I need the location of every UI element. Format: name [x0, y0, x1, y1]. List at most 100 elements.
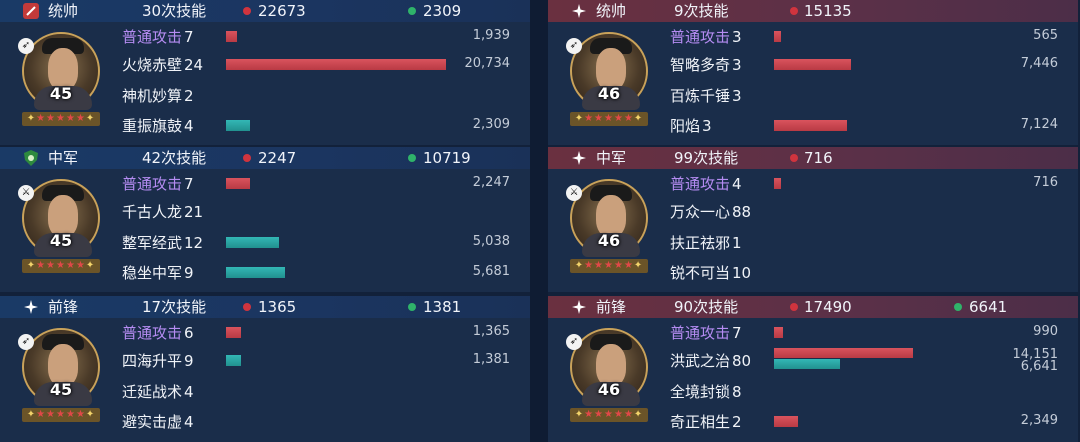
skill-name[interactable]: 智略多奇	[670, 55, 730, 75]
damage-bar	[774, 178, 781, 189]
general-portrait[interactable]: ➶ 45 ✦★★★★★✦	[18, 32, 104, 138]
general-portrait[interactable]: ➶ 46 ✦★★★★★✦	[566, 32, 652, 138]
skill-name[interactable]: 阳焰	[670, 116, 700, 136]
skill-name[interactable]: 万众一心	[670, 202, 730, 222]
damage-total: 2247	[258, 149, 297, 167]
skill-name[interactable]: 火烧赤壁	[122, 55, 182, 75]
skill-row: 普通攻击 6 1,365	[122, 318, 522, 348]
skill-cast-count: 88	[732, 203, 752, 221]
damage-bar	[774, 59, 851, 70]
general-detail: ➶ 45 ✦★★★★★✦ 普通攻击 7 1,939 火烧赤壁 24 20,734 神机妙算 2 重振旗…	[0, 22, 530, 145]
general-portrait[interactable]: ⚔ 45 ✦★★★★★✦	[18, 179, 104, 285]
skill-row: 百炼千锤 3	[670, 81, 1070, 111]
healing-value: 2,309	[472, 117, 510, 132]
star-rating: ✦★★★★★✦	[22, 408, 100, 422]
damage-bar	[226, 178, 251, 189]
skill-name[interactable]: 避实击虚	[122, 412, 182, 432]
damage-dot-icon	[790, 303, 798, 311]
damage-value: 2,349	[1020, 413, 1058, 428]
rank-label: 统帅	[48, 2, 79, 20]
damage-bar	[774, 120, 847, 131]
skill-row: 稳坐中军 9 5,681	[122, 258, 522, 288]
sparkle-icon	[570, 298, 588, 316]
skill-name[interactable]: 四海升平	[122, 351, 182, 371]
skill-name[interactable]: 稳坐中军	[122, 263, 182, 283]
damage-total: 15135	[804, 2, 852, 20]
healing-value: 1,381	[472, 352, 510, 367]
skill-cast-count: 7	[184, 175, 194, 193]
skill-cast-count: 9	[184, 264, 194, 282]
damage-total: 1365	[258, 298, 297, 316]
skill-name[interactable]: 普通攻击	[670, 323, 730, 343]
skill-name[interactable]: 全境封锁	[670, 382, 730, 402]
skill-name[interactable]: 神机妙算	[122, 86, 182, 106]
star-rating: ✦★★★★★✦	[570, 259, 648, 273]
skill-name[interactable]: 普通攻击	[670, 27, 730, 47]
healing-dot-icon	[408, 7, 416, 15]
skill-name[interactable]: 锐不可当	[670, 263, 730, 283]
cavalry-icon: ⚔	[566, 185, 582, 201]
damage-bar	[774, 348, 913, 358]
rank-label: 前锋	[596, 298, 627, 316]
green-shield-icon	[22, 149, 40, 167]
general-level: 45	[49, 380, 73, 399]
skill-cast-count: 2	[184, 87, 194, 105]
rank-label: 中军	[48, 149, 79, 167]
general-header: 前锋 17次技能 1365 1381	[0, 296, 530, 318]
bow-icon: ➶	[18, 38, 34, 54]
general-portrait[interactable]: ➶ 45 ✦★★★★★✦	[18, 328, 104, 434]
skill-cast-count: 80	[732, 352, 752, 370]
general-level: 46	[597, 84, 621, 103]
skill-row: 奇正相生 2 2,349	[670, 407, 1070, 437]
skill-row: 锐不可当 10	[670, 258, 1070, 288]
skills-total: 90次技能	[674, 298, 739, 316]
skill-name[interactable]: 普通攻击	[670, 174, 730, 194]
skill-cast-count: 3	[732, 56, 742, 74]
damage-total: 22673	[258, 2, 306, 20]
skill-row: 普通攻击 7 2,247	[122, 169, 522, 199]
general-portrait[interactable]: ⚔ 46 ✦★★★★★✦	[566, 179, 652, 285]
skills-total: 17次技能	[142, 298, 207, 316]
skill-name[interactable]: 普通攻击	[122, 174, 182, 194]
sparkle-icon	[570, 149, 588, 167]
skill-row: 全境封锁 8	[670, 377, 1070, 407]
general-detail: ⚔ 45 ✦★★★★★✦ 普通攻击 7 2,247 千古人龙 21 整军经武 12 5,038 稳坐中…	[0, 169, 530, 292]
skill-cast-count: 2	[732, 413, 742, 431]
skill-name[interactable]: 洪武之治	[670, 351, 730, 371]
sparkle-icon	[570, 2, 588, 20]
damage-value: 1,365	[472, 324, 510, 339]
skill-name[interactable]: 奇正相生	[670, 412, 730, 432]
skill-cast-count: 7	[184, 28, 194, 46]
skill-name[interactable]: 整军经武	[122, 233, 182, 253]
skill-row: 普通攻击 7 990	[670, 318, 1070, 348]
rank-label: 统帅	[596, 2, 627, 20]
skill-cast-count: 24	[184, 56, 204, 74]
skill-row: 普通攻击 4 716	[670, 169, 1070, 199]
skill-cast-count: 4	[184, 413, 194, 431]
red-banner-icon	[22, 2, 40, 20]
skill-row: 避实击虚 4	[122, 407, 522, 437]
skill-name[interactable]: 扶正祛邪	[670, 233, 730, 253]
skill-name[interactable]: 普通攻击	[122, 323, 182, 343]
skill-name[interactable]: 重振旗鼓	[122, 116, 182, 136]
rank-label: 前锋	[48, 298, 79, 316]
cavalry-icon: ⚔	[18, 185, 34, 201]
general-detail: ➶ 46 ✦★★★★★✦ 普通攻击 7 990 洪武之治 80 14,151 6,641 全境封锁 8…	[548, 318, 1078, 442]
skill-cast-count: 1	[732, 234, 742, 252]
general-level: 46	[597, 231, 621, 250]
skill-name[interactable]: 千古人龙	[122, 202, 182, 222]
skill-name[interactable]: 普通攻击	[122, 27, 182, 47]
skill-row: 火烧赤壁 24 20,734	[122, 50, 522, 80]
skills-total: 30次技能	[142, 2, 207, 20]
general-portrait[interactable]: ➶ 46 ✦★★★★★✦	[566, 328, 652, 434]
skill-cast-count: 21	[184, 203, 204, 221]
healing-bar	[226, 355, 242, 366]
skill-name[interactable]: 迁延战术	[122, 382, 182, 402]
damage-bar	[774, 416, 799, 427]
general-header: 中军 42次技能 2247 10719	[0, 147, 530, 169]
skill-name[interactable]: 百炼千锤	[670, 86, 730, 106]
skill-cast-count: 3	[702, 117, 712, 135]
skill-row: 普通攻击 3 565	[670, 22, 1070, 52]
damage-bar	[774, 327, 783, 338]
damage-value: 565	[1033, 28, 1058, 43]
